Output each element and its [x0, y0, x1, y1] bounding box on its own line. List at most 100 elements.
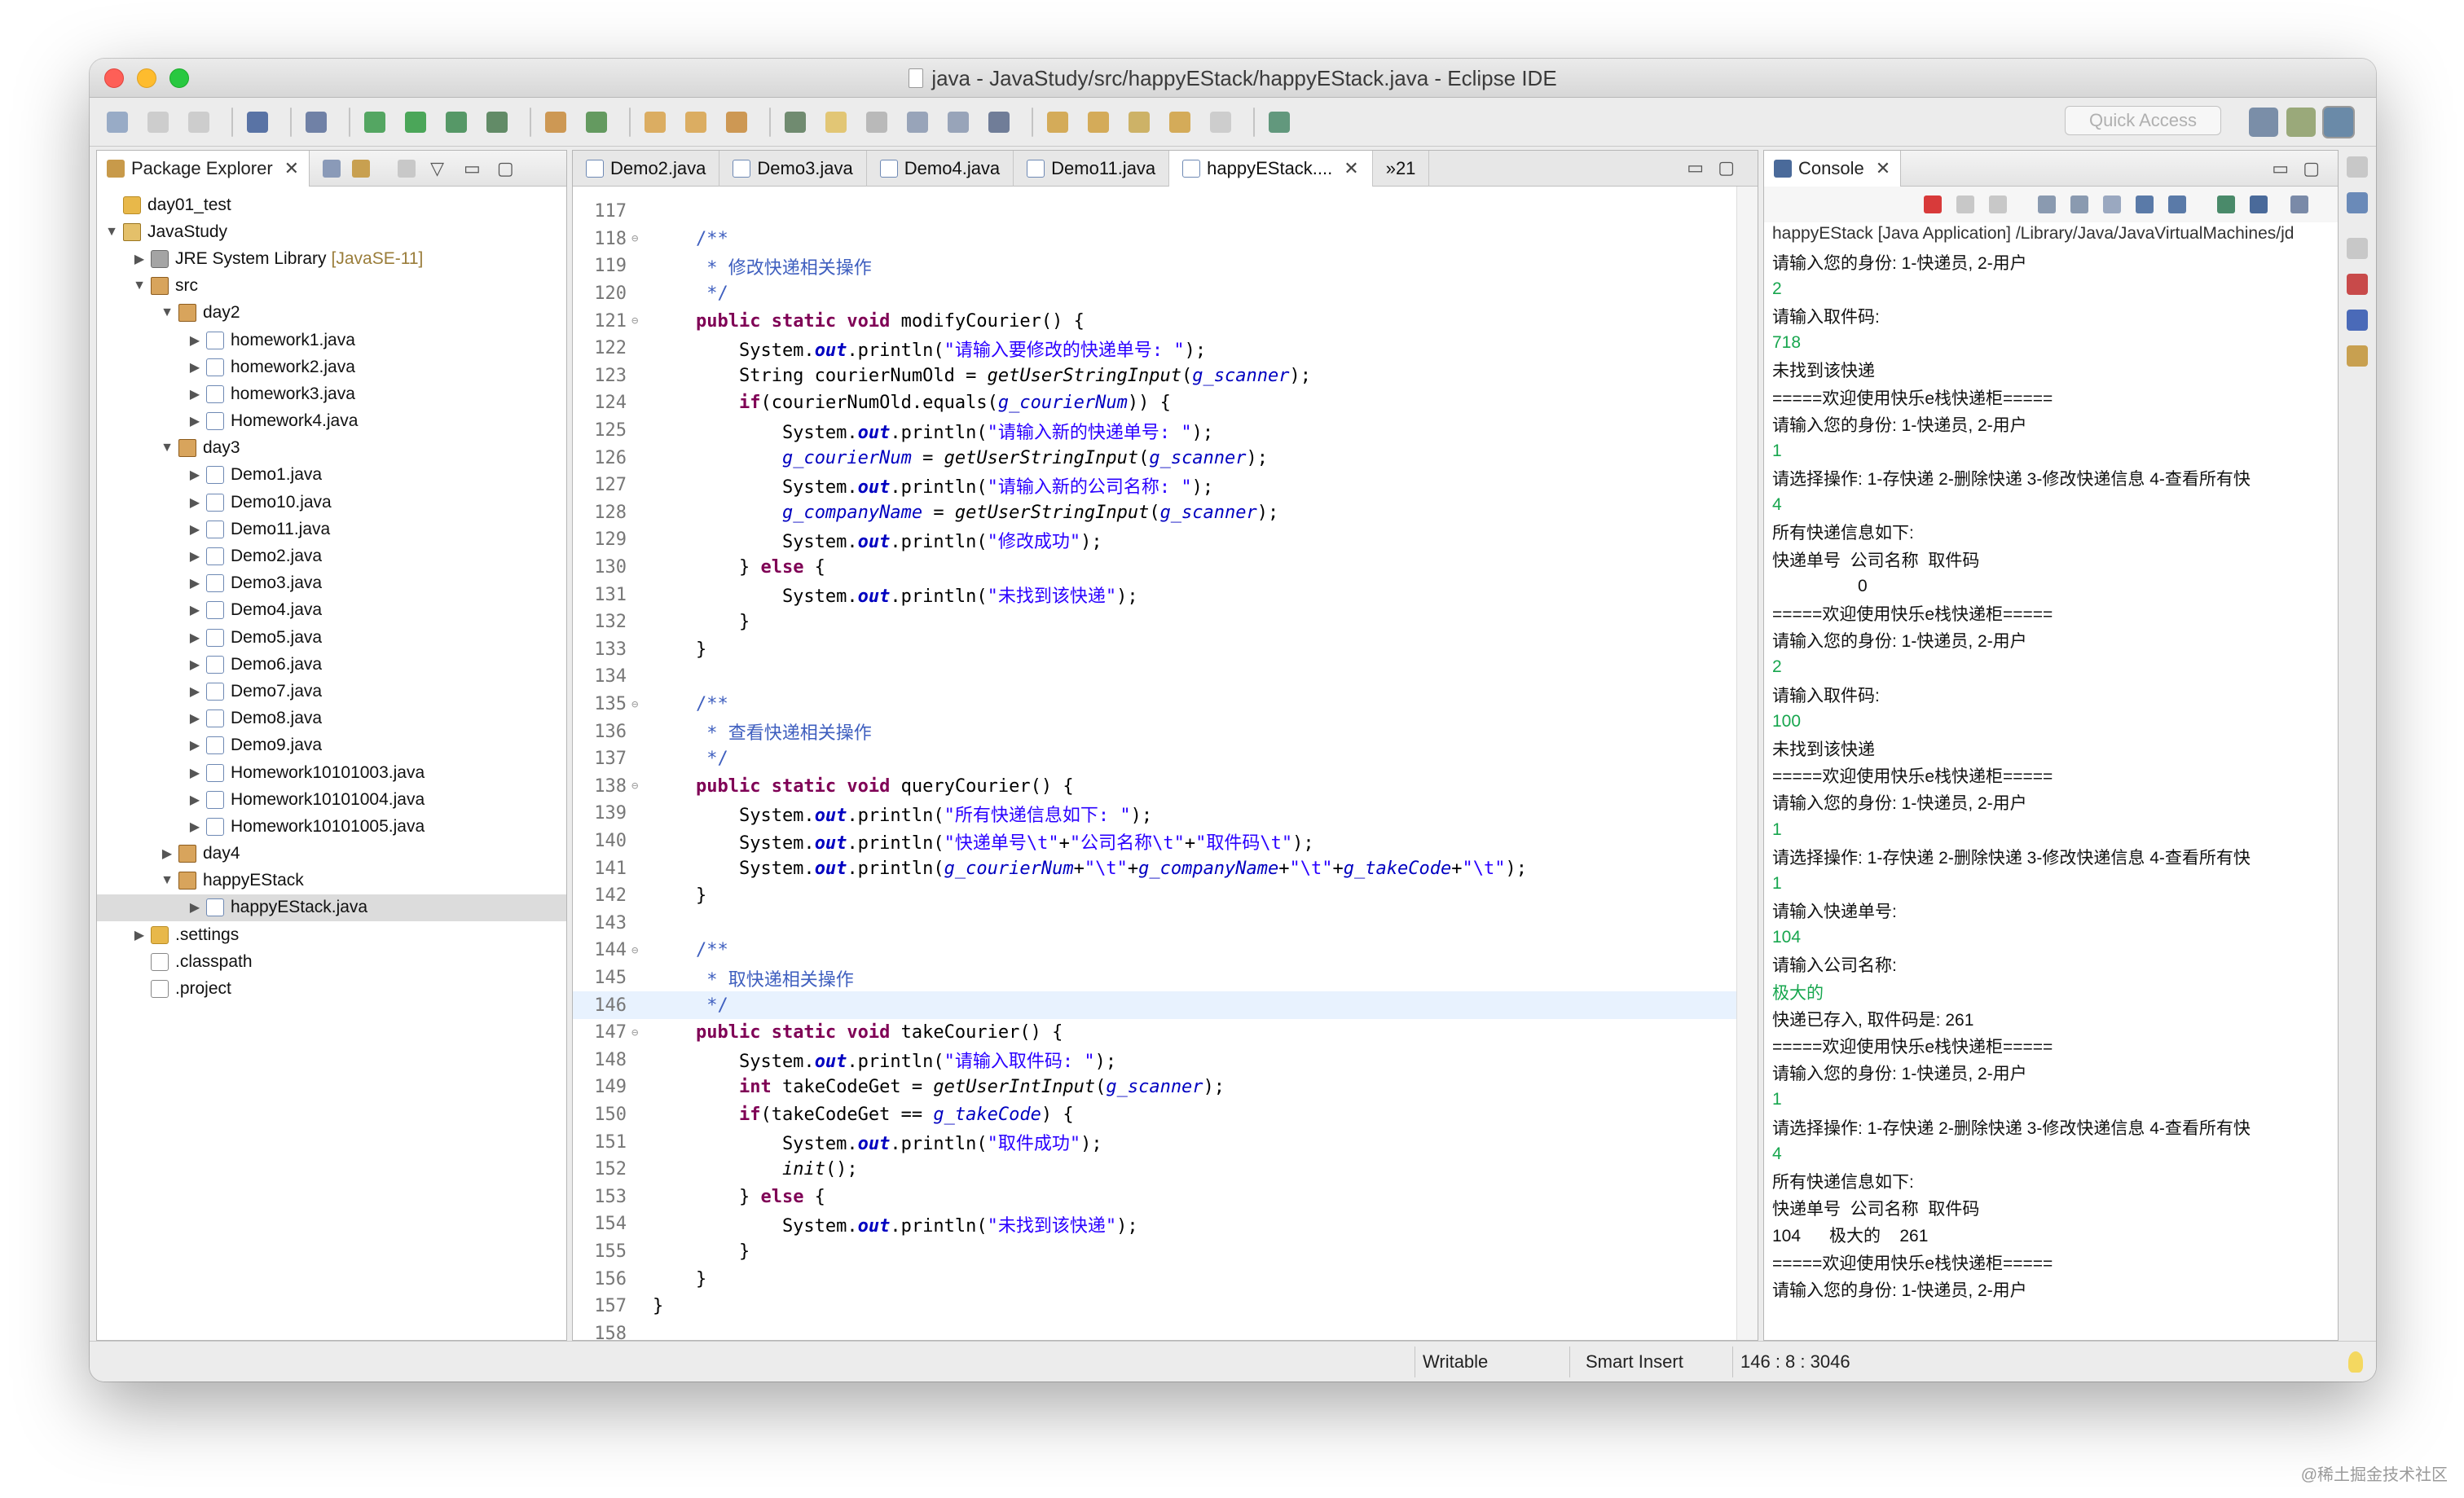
open-task-icon[interactable] — [680, 106, 712, 138]
clear-console-icon[interactable] — [2038, 195, 2056, 213]
tab-package-explorer[interactable]: Package Explorer ✕ — [97, 150, 310, 187]
pin-editor-icon[interactable] — [1263, 106, 1296, 138]
fold-toggle-icon[interactable]: ⊖ — [631, 944, 649, 957]
save-icon[interactable] — [142, 106, 174, 138]
coverage-icon[interactable] — [440, 106, 473, 138]
terminal-icon[interactable] — [241, 106, 274, 138]
java-ee-perspective-icon[interactable] — [2286, 108, 2316, 137]
tree-item[interactable]: ▶ Demo11.java — [97, 516, 566, 543]
tree-item[interactable]: day01_test — [97, 191, 566, 218]
code-line[interactable]: 121 ⊖ public static void modifyCourier() … — [573, 307, 1736, 335]
editor-tab[interactable]: Demo4.java — [867, 151, 1014, 187]
expand-toggle-icon[interactable]: ▶ — [188, 819, 201, 835]
javadoc-icon[interactable] — [2347, 310, 2368, 331]
next-annotation-icon[interactable] — [1041, 106, 1074, 138]
outline-icon[interactable] — [2347, 192, 2368, 213]
new-icon[interactable] — [101, 106, 134, 138]
code-line[interactable]: 125 System.out.println("请输入新的快递单号: "); — [573, 417, 1736, 445]
expand-toggle-icon[interactable]: ▶ — [133, 927, 146, 943]
focus-icon[interactable] — [398, 159, 416, 178]
forward-icon[interactable] — [1204, 106, 1237, 138]
code-line[interactable]: 122 System.out.println("请输入要修改的快递单号: "); — [573, 335, 1736, 362]
expand-toggle-icon[interactable]: ▶ — [188, 386, 201, 402]
minimize-view-icon[interactable]: ▭ — [2272, 158, 2289, 179]
code-line[interactable]: 146 */ — [573, 991, 1736, 1019]
view-menu-icon[interactable]: ▽ — [430, 158, 444, 179]
open-type-icon[interactable] — [639, 106, 671, 138]
tree-item[interactable]: ▶ Demo9.java — [97, 732, 566, 759]
expand-toggle-icon[interactable]: ▶ — [188, 548, 201, 564]
code-line[interactable]: 127 System.out.println("请输入新的公司名称: "); — [573, 472, 1736, 499]
tree-item[interactable]: ▶ homework3.java — [97, 380, 566, 407]
tree-item[interactable]: ▶ homework1.java — [97, 327, 566, 354]
tree-item[interactable]: ▶ Demo3.java — [97, 570, 566, 597]
display-console-icon[interactable] — [2250, 195, 2268, 213]
code-line[interactable]: 119 * 修改快递相关操作 — [573, 253, 1736, 280]
code-line[interactable]: 135 ⊖ /** — [573, 691, 1736, 718]
code-line[interactable]: 143 — [573, 910, 1736, 938]
tree-item[interactable]: ▶ Demo6.java — [97, 651, 566, 678]
expand-toggle-icon[interactable]: ▼ — [133, 279, 146, 293]
expand-toggle-icon[interactable]: ▶ — [188, 683, 201, 700]
tab-overflow-button[interactable]: »21 — [1373, 151, 1430, 187]
open-console-icon[interactable] — [2290, 195, 2308, 213]
close-icon[interactable]: ✕ — [1876, 158, 1890, 179]
expand-toggle-icon[interactable]: ▼ — [161, 441, 174, 455]
expand-toggle-icon[interactable]: ▶ — [188, 467, 201, 483]
previous-annotation-icon[interactable] — [1082, 106, 1115, 138]
tree-item[interactable]: ▶ Homework10101005.java — [97, 813, 566, 840]
tree-item[interactable]: ▶ day4 — [97, 841, 566, 868]
show-on-stdout-icon[interactable] — [2136, 195, 2154, 213]
expand-toggle-icon[interactable]: ▶ — [188, 494, 201, 511]
external-tools-icon[interactable] — [481, 106, 513, 138]
save-all-icon[interactable] — [183, 106, 215, 138]
breadcrumb-icon[interactable] — [901, 106, 934, 138]
problems-icon[interactable] — [2347, 274, 2368, 295]
code-line[interactable]: 147 ⊖ public static void takeCourier() { — [573, 1019, 1736, 1047]
expand-toggle-icon[interactable]: ▶ — [188, 359, 201, 376]
expand-toggle-icon[interactable]: ▼ — [161, 873, 174, 888]
tree-item[interactable]: ▼ day2 — [97, 300, 566, 327]
code-line[interactable]: 144 ⊖ /** — [573, 937, 1736, 964]
block-selection-icon[interactable] — [860, 106, 893, 138]
code-line[interactable]: 151 System.out.println("取件成功"); — [573, 1128, 1736, 1156]
expand-toggle-icon[interactable]: ▶ — [188, 630, 201, 646]
tree-item[interactable]: ▶ Demo8.java — [97, 705, 566, 732]
toggle-annotation-icon[interactable] — [779, 106, 812, 138]
remove-launch-icon[interactable] — [1956, 195, 1974, 213]
tree-item[interactable]: ▶ Demo7.java — [97, 678, 566, 705]
scroll-lock-icon[interactable] — [2070, 195, 2088, 213]
editor-tab[interactable]: Demo2.java — [573, 151, 720, 187]
word-wrap-icon[interactable] — [2103, 195, 2121, 213]
editor-scrollbar[interactable] — [1736, 187, 1758, 1340]
quick-access-field[interactable]: Quick Access — [2065, 106, 2221, 135]
tree-item[interactable]: ▶ Homework4.java — [97, 408, 566, 435]
tree-item[interactable]: ▼ happyEStack — [97, 868, 566, 894]
word-wrap-icon[interactable] — [942, 106, 975, 138]
code-line[interactable]: 140 System.out.println("快递单号\t"+"公司名称\t"… — [573, 828, 1736, 855]
tree-item[interactable]: .classpath — [97, 948, 566, 975]
code-line[interactable]: 131 System.out.println("未找到该快递"); — [573, 581, 1736, 608]
tree-item[interactable]: ▶ Demo10.java — [97, 489, 566, 516]
expand-toggle-icon[interactable]: ▶ — [188, 602, 201, 618]
tree-item[interactable]: ▼ src — [97, 273, 566, 300]
expand-toggle-icon[interactable]: ▶ — [188, 575, 201, 591]
code-line[interactable]: 132 } — [573, 608, 1736, 636]
tip-lightbulb-icon[interactable] — [2348, 1351, 2363, 1373]
expand-toggle-icon[interactable]: ▶ — [133, 251, 146, 267]
java-perspective-icon[interactable] — [2324, 108, 2353, 137]
minimize-editor-icon[interactable]: ▭ — [1687, 157, 1704, 178]
expand-toggle-icon[interactable]: ▶ — [188, 899, 201, 916]
code-line[interactable]: 124 if(courierNumOld.equals(g_courierNum… — [573, 389, 1736, 417]
fold-toggle-icon[interactable]: ⊖ — [631, 1026, 649, 1039]
code-line[interactable]: 136 * 查看快递相关操作 — [573, 718, 1736, 745]
code-line[interactable]: 123 String courierNumOld = getUserString… — [573, 362, 1736, 390]
code-line[interactable]: 133 } — [573, 636, 1736, 664]
tree-item[interactable]: ▶ Demo4.java — [97, 597, 566, 624]
maximize-editor-icon[interactable]: ▢ — [1718, 157, 1735, 178]
expand-toggle-icon[interactable]: ▶ — [188, 765, 201, 781]
tab-console[interactable]: Console ✕ — [1764, 150, 1902, 187]
code-line[interactable]: 126 g_courierNum = getUserStringInput(g_… — [573, 444, 1736, 472]
fold-toggle-icon[interactable]: ⊖ — [631, 232, 649, 245]
restore-icon[interactable] — [2347, 156, 2368, 178]
